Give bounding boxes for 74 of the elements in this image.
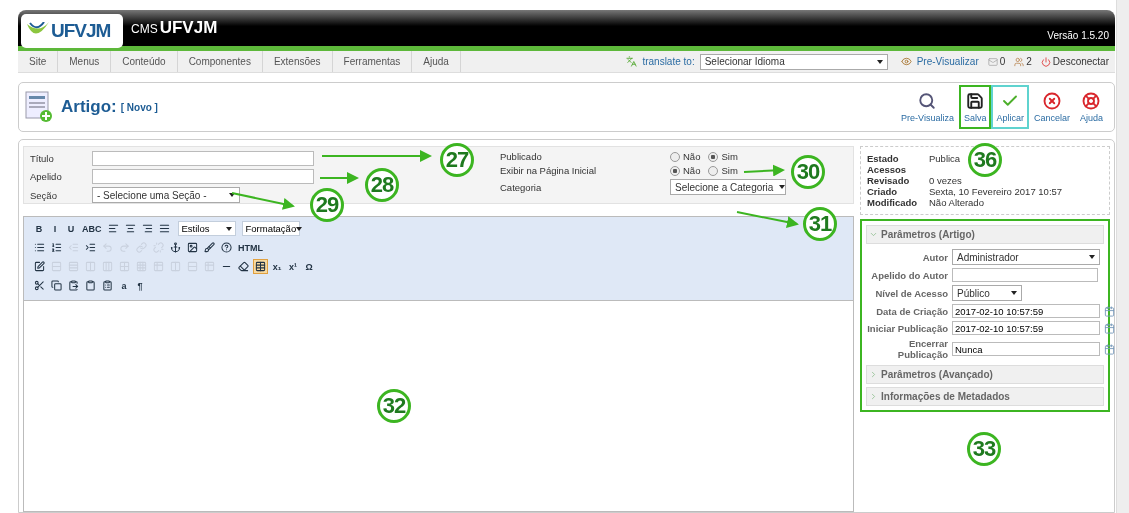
toolbar-button[interactable]: Pre-Visualiza: [896, 85, 959, 129]
section-header[interactable]: Informações de Metadados: [866, 387, 1104, 406]
section-header[interactable]: Parâmetros (Artigo): [866, 225, 1104, 244]
callout-number: 33: [967, 432, 1001, 466]
editor-tool-button[interactable]: x₁: [270, 259, 284, 274]
select-field[interactable]: - Selecione uma Seção -: [92, 187, 240, 203]
radio-option[interactable]: Não: [670, 165, 701, 176]
radio-option[interactable]: Sim: [708, 165, 738, 176]
editor-tool-button[interactable]: U: [64, 221, 78, 236]
select-field[interactable]: Selecione a Categoria: [670, 179, 786, 195]
style-select[interactable]: Formatação: [241, 221, 300, 236]
select-field[interactable]: Público: [952, 285, 1022, 301]
menu-item[interactable]: Site: [18, 51, 59, 72]
detail-label: Criado: [867, 186, 899, 197]
language-select[interactable]: Selecionar Idioma: [699, 53, 888, 70]
toolbar-button[interactable]: Salva: [958, 85, 992, 129]
field-label: Título: [30, 153, 55, 164]
detail-label: Modificado: [867, 197, 919, 208]
callout-number: 36: [968, 143, 1002, 177]
editor-tool-button[interactable]: ¶: [133, 278, 147, 293]
menu-item[interactable]: Ferramentas: [332, 51, 413, 72]
editor-tool-button[interactable]: B: [32, 221, 46, 236]
field-label: Seção: [30, 189, 58, 201]
section-header[interactable]: Parâmetros (Avançado): [866, 365, 1104, 384]
select-field[interactable]: Administrador: [952, 249, 1100, 265]
editor-tool-button[interactable]: ABC: [80, 221, 104, 236]
date-field[interactable]: 2017-02-10 10:57:59: [952, 321, 1100, 335]
page-subtitle: [ Novo ]: [120, 101, 158, 113]
param-label: Nível de Acesso: [874, 287, 948, 299]
editor-tool-button[interactable]: a: [117, 278, 131, 293]
version-text: Versão 1.5.20: [1047, 30, 1110, 43]
detail-value: 0 vezes: [929, 175, 962, 186]
detail-value: Sexta, 10 Fevereiro 2017 10:57: [929, 186, 1063, 197]
field-label: Publicado: [500, 151, 543, 162]
message-count: 0: [999, 56, 1006, 67]
detail-label: Revisado: [867, 175, 911, 186]
detail-label: Estado: [867, 153, 900, 164]
preview-link[interactable]: Pre-Visualizar: [916, 56, 979, 67]
detail-value: Publica: [929, 153, 961, 164]
toolbar-button[interactable]: Aplicar: [991, 85, 1029, 129]
param-label: Data de Criação: [875, 305, 948, 317]
detail-value: Não Alterado: [929, 197, 984, 208]
translate-label: translate to:: [642, 56, 695, 67]
date-field[interactable]: 2017-02-10 10:57:59: [952, 304, 1100, 318]
style-select[interactable]: Estilos: [177, 221, 236, 236]
radio-option[interactable]: Não: [670, 151, 701, 162]
menu-item[interactable]: Extensões: [262, 51, 333, 72]
field-label: Apelido: [30, 171, 63, 182]
editor-tool-button[interactable]: I: [48, 221, 62, 236]
site-name: UFVJM: [159, 18, 218, 38]
toolbar-button[interactable]: Ajuda: [1074, 85, 1108, 129]
toolbar-button[interactable]: Cancelar: [1028, 85, 1075, 129]
date-field[interactable]: Nunca: [952, 342, 1100, 356]
menu-item[interactable]: Conteúdo: [111, 51, 178, 72]
field-label: Exibir na Página Inicial: [500, 165, 598, 176]
menu-item[interactable]: Menus: [58, 51, 112, 72]
logout-link[interactable]: Desconectar: [1052, 56, 1109, 67]
radio-option[interactable]: Sim: [708, 151, 738, 162]
callout-number: 31: [803, 207, 837, 241]
param-label: Iniciar Publicação: [866, 322, 948, 334]
menu-item[interactable]: Componentes: [177, 51, 263, 72]
editor-tool-button[interactable]: Ω: [302, 259, 316, 274]
user-count: 2: [1026, 56, 1032, 67]
detail-label: Acessos: [867, 164, 908, 175]
logo: UFVJM: [21, 14, 123, 48]
editor-tool-button[interactable]: HTML: [236, 240, 265, 255]
cms-label: CMS: [131, 22, 158, 36]
param-label: Encerrar Publicação: [896, 338, 948, 360]
param-label: Apelido do Autor: [870, 269, 948, 281]
field-label: Categoria: [500, 181, 543, 193]
param-label: Autor: [921, 251, 948, 263]
editor-tool-button[interactable]: x¹: [286, 259, 300, 274]
menu-item[interactable]: Ajuda: [412, 51, 461, 72]
page-title: Artigo:: [61, 97, 117, 117]
